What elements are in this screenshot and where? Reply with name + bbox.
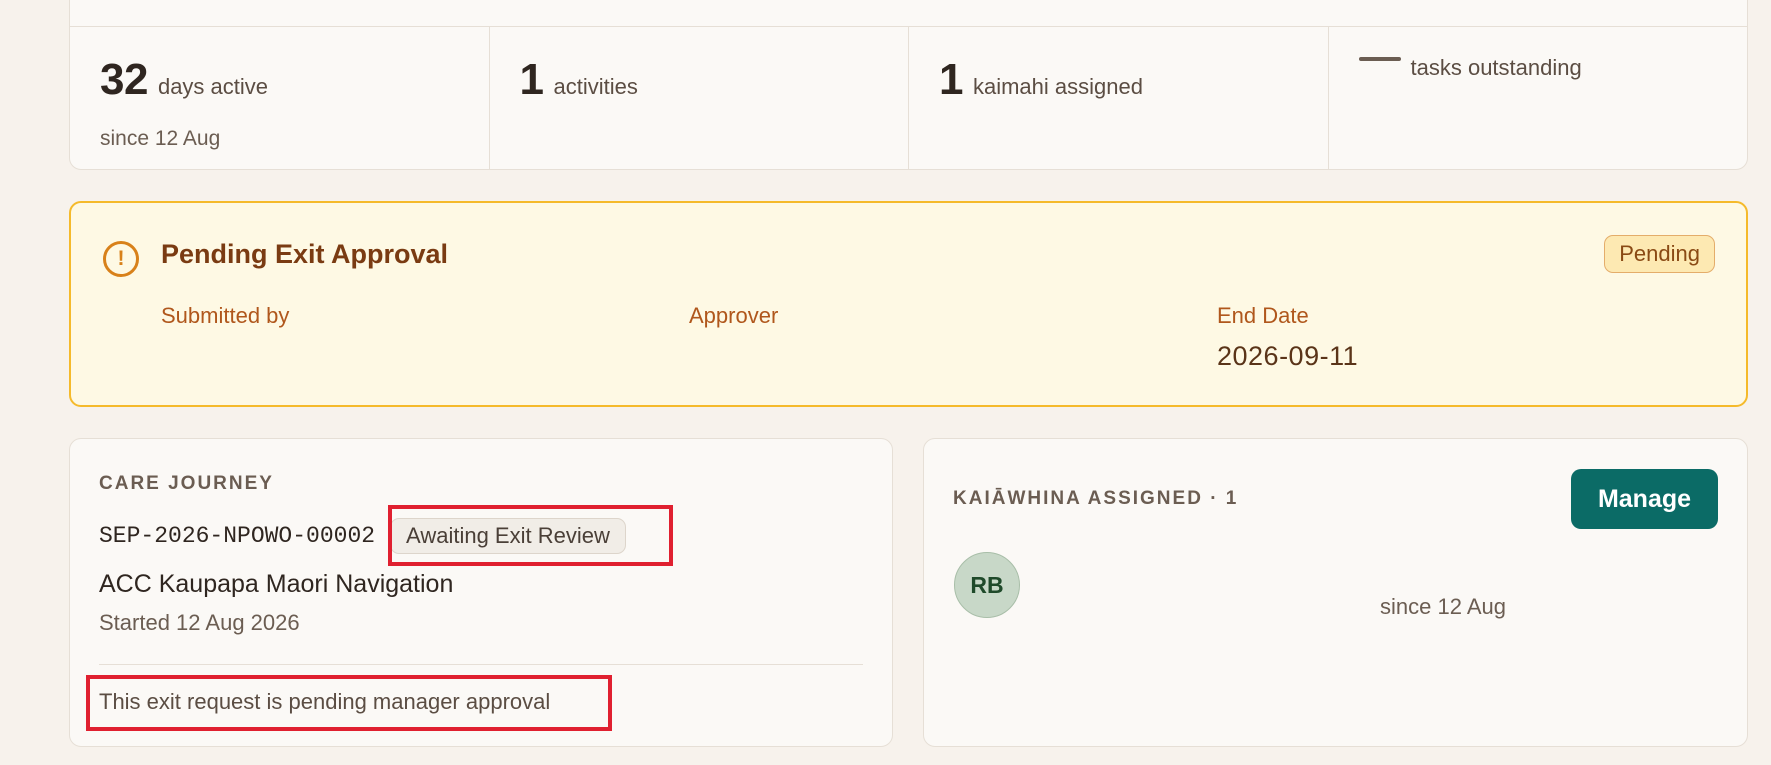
- stat-label: activities: [553, 74, 638, 99]
- stat-label: kaimahi assigned: [972, 74, 1143, 99]
- stat-main: 1 activities: [520, 55, 638, 105]
- reference-row: SEP-2026-NPOWO-00002 Awaiting Exit Revie…: [99, 518, 626, 554]
- divider: [99, 664, 863, 665]
- section-label: KAIĀWHINA ASSIGNED · 1: [953, 488, 1239, 509]
- journey-status-badge: Awaiting Exit Review: [390, 518, 626, 554]
- avatar: RB: [954, 552, 1020, 618]
- stat-days-active: 32 days active since 12 Aug: [70, 27, 490, 169]
- stat-activities: 1 activities: [490, 27, 909, 169]
- end-date-value: 2026-09-11: [1217, 341, 1359, 371]
- empty-value-dash: [1358, 57, 1401, 61]
- member-since: since 12 Aug: [1380, 594, 1506, 619]
- stat-number: 32: [100, 55, 148, 104]
- stat-number: 1: [519, 55, 544, 104]
- submitted-by-label: Submitted by: [161, 303, 290, 328]
- stat-main: 1 kaimahi assigned: [939, 55, 1143, 105]
- stat-main: 32 days active: [100, 55, 268, 105]
- exclamation-circle-icon: !: [103, 241, 139, 277]
- stat-main: tasks outstanding: [1358, 55, 1582, 81]
- care-journey-card: CARE JOURNEY SEP-2026-NPOWO-00002 Awaiti…: [69, 438, 893, 747]
- stats-card: 32 days active since 12 Aug 1 activities…: [69, 0, 1748, 170]
- kaiawhina-assigned-card: KAIĀWHINA ASSIGNED · 1 Manage RB since 1…: [923, 438, 1748, 747]
- banner-title: Pending Exit Approval: [161, 239, 449, 269]
- section-label: CARE JOURNEY: [99, 473, 274, 494]
- pending-note: This exit request is pending manager app…: [99, 689, 551, 714]
- journey-name: ACC Kaupapa Maori Navigation: [99, 570, 454, 598]
- end-date-label: End Date: [1217, 303, 1309, 328]
- status-badge: Pending: [1604, 235, 1715, 273]
- stat-number: 1: [939, 55, 963, 104]
- stat-kaimahi-assigned: 1 kaimahi assigned: [909, 27, 1329, 169]
- stat-label: days active: [157, 74, 269, 99]
- stat-tasks-outstanding: tasks outstanding: [1329, 27, 1748, 169]
- approver-label: Approver: [689, 303, 779, 328]
- journey-started: Started 12 Aug 2026: [99, 610, 300, 635]
- manage-button[interactable]: Manage: [1571, 469, 1718, 529]
- stat-subtext: since 12 Aug: [100, 127, 221, 150]
- pending-exit-banner: ! Pending Exit Approval Pending Submitte…: [69, 201, 1748, 407]
- stats-row: 32 days active since 12 Aug 1 activities…: [70, 27, 1747, 169]
- journey-reference: SEP-2026-NPOWO-00002: [99, 523, 376, 549]
- stat-label: tasks outstanding: [1410, 55, 1582, 80]
